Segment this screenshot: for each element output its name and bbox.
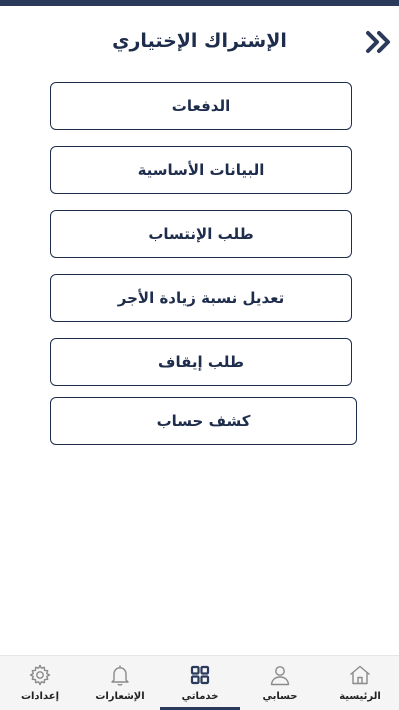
back-button[interactable]: [364, 30, 396, 54]
payments-button[interactable]: الدفعات: [50, 82, 352, 130]
gear-icon: [29, 664, 51, 686]
double-chevron-right-icon: [366, 31, 390, 53]
enrollment-request-button[interactable]: طلب الإنتساب: [50, 210, 352, 258]
basic-data-button[interactable]: البيانات الأساسية: [50, 146, 352, 194]
top-status-strip: [0, 0, 399, 6]
nav-item-home[interactable]: الرئيسية: [320, 656, 399, 710]
user-icon: [270, 666, 290, 686]
nav-label-settings: إعدادات: [20, 691, 60, 702]
grid-icon: [190, 665, 210, 685]
bottom-navigation: إعدادات الإشعارات خدماتي حسابي الرئيسية: [0, 655, 399, 710]
page-title: الإشتراك الإختياري: [112, 30, 287, 52]
nav-label-services: خدماتي: [181, 691, 219, 702]
nav-label-notifications: الإشعارات: [95, 691, 145, 702]
page-header: الإشتراك الإختياري: [0, 22, 399, 62]
nav-label-account: حسابي: [262, 691, 298, 702]
nav-label-home: الرئيسية: [339, 691, 381, 702]
account-statement-button[interactable]: كشف حساب: [50, 397, 357, 445]
stop-request-button[interactable]: طلب إيقاف: [50, 338, 352, 386]
nav-item-account[interactable]: حسابي: [240, 656, 320, 710]
nav-item-services[interactable]: خدماتي: [160, 656, 240, 710]
nav-item-notifications[interactable]: الإشعارات: [80, 656, 160, 710]
nav-item-settings[interactable]: إعدادات: [0, 656, 80, 710]
home-icon: [350, 665, 370, 685]
bell-icon: [111, 665, 129, 686]
wage-increase-adjustment-button[interactable]: تعديل نسبة زيادة الأجر: [50, 274, 352, 322]
